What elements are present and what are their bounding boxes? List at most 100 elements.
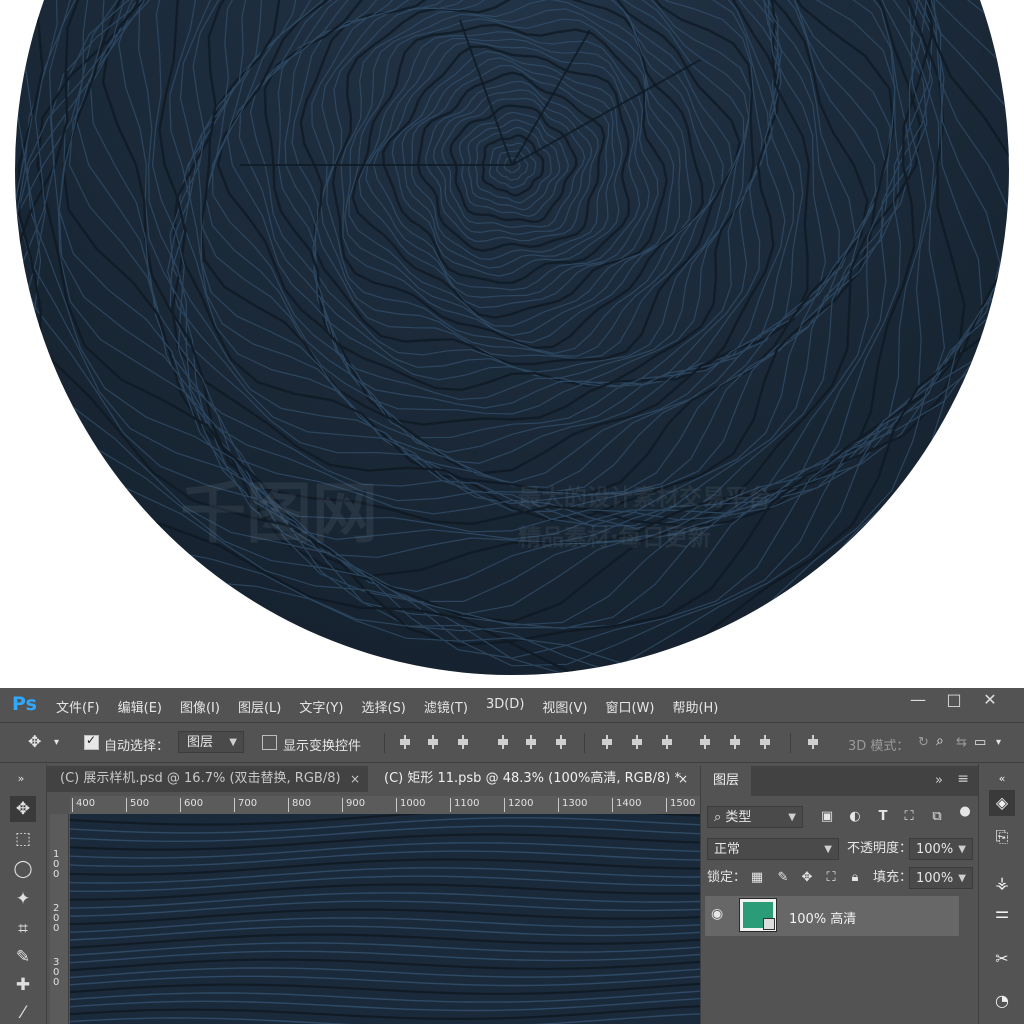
document-canvas[interactable] bbox=[70, 814, 700, 1024]
align-top-icon[interactable] bbox=[398, 735, 412, 749]
opacity-value: 100% bbox=[916, 842, 954, 857]
wood-texture-preview: 千图网 最大的设计素材交易平台 精品素材·每日更新 bbox=[0, 0, 1024, 688]
opacity-field[interactable]: 100% ▼ bbox=[909, 838, 973, 860]
auto-select-label: 自动选择： bbox=[104, 739, 170, 754]
layers-panel-icon[interactable]: ◈ bbox=[989, 790, 1015, 816]
magic-wand-tool-icon[interactable]: ✦ bbox=[10, 886, 36, 912]
align-left-icon[interactable] bbox=[496, 735, 510, 749]
menu-view[interactable]: 视图(V) bbox=[542, 697, 587, 716]
adjustments-panel-icon[interactable]: ◔ bbox=[989, 988, 1015, 1014]
auto-align-icon[interactable] bbox=[806, 735, 820, 749]
menu-select[interactable]: 选择(S) bbox=[361, 697, 405, 716]
ruler-tick: 600 bbox=[180, 798, 203, 812]
filter-type-icon[interactable]: T bbox=[875, 809, 891, 825]
chevron-down-icon: ▼ bbox=[958, 844, 966, 855]
lock-transparent-icon[interactable]: ▦ bbox=[749, 870, 765, 886]
menu-filter[interactable]: 滤镜(T) bbox=[424, 697, 468, 716]
blend-mode-dropdown[interactable]: 正常 ▼ bbox=[707, 838, 839, 860]
layer-filter-dropdown[interactable]: ⌕ 类型 ▼ bbox=[707, 806, 803, 828]
panel-header: 图层 » ≡ bbox=[701, 766, 979, 796]
menu-image[interactable]: 图像(I) bbox=[180, 697, 220, 716]
3d-rotate-icon[interactable]: ↻ bbox=[918, 735, 929, 750]
move-tool-icon[interactable]: ✥ bbox=[28, 732, 41, 751]
lock-position-icon[interactable]: ✥ bbox=[799, 870, 815, 886]
menu-3d[interactable]: 3D(D) bbox=[486, 697, 524, 716]
menu-layer[interactable]: 图层(L) bbox=[238, 697, 281, 716]
ruler-tick: 1300 bbox=[558, 798, 587, 812]
wood-disc-image bbox=[15, 0, 1009, 675]
move-tool-icon[interactable]: ✥ bbox=[10, 796, 36, 822]
document-tabs: (C) 展示样机.psd @ 16.7% (双击替换, RGB/8) × (C)… bbox=[46, 766, 696, 792]
maximize-button[interactable]: □ bbox=[936, 690, 972, 709]
fill-field[interactable]: 100% ▼ bbox=[909, 867, 973, 889]
brush-panel-icon[interactable]: ⚶ bbox=[989, 870, 1015, 896]
distribute-hcenter-icon[interactable] bbox=[728, 735, 742, 749]
ruler-vertical: 100 200 300 bbox=[50, 814, 69, 1024]
filter-toggle-icon[interactable]: ● bbox=[957, 804, 973, 820]
ruler-tick: 100 bbox=[53, 849, 60, 880]
distribute-right-icon[interactable] bbox=[758, 735, 772, 749]
lasso-tool-icon[interactable]: ◯ bbox=[10, 856, 36, 882]
filter-adjustment-icon[interactable]: ◐ bbox=[847, 809, 863, 825]
chevron-down-icon[interactable]: ▾ bbox=[54, 737, 59, 748]
filter-shape-icon[interactable]: ⛶ bbox=[901, 809, 917, 825]
tab-label: (C) 展示样机.psd @ 16.7% (双击替换, RGB/8) bbox=[60, 771, 341, 786]
brush-tool-icon[interactable]: ⁄ bbox=[10, 1000, 36, 1026]
3d-slide-icon[interactable]: ⇆ bbox=[956, 735, 967, 750]
marquee-tool-icon[interactable]: ⬚ bbox=[10, 826, 36, 852]
crop-tool-icon[interactable]: ⌗ bbox=[10, 916, 36, 942]
auto-select-dropdown[interactable]: 图层 ▼ bbox=[178, 731, 244, 753]
tab-layers[interactable]: 图层 bbox=[701, 766, 752, 796]
align-right-icon[interactable] bbox=[554, 735, 568, 749]
distribute-top-icon[interactable] bbox=[600, 735, 614, 749]
expand-icon[interactable]: » bbox=[935, 773, 943, 788]
smart-object-badge-icon bbox=[763, 918, 775, 930]
healing-brush-tool-icon[interactable]: ✚ bbox=[10, 972, 36, 998]
minimize-button[interactable]: — bbox=[900, 690, 936, 709]
lock-artboard-icon[interactable]: ⛶ bbox=[823, 870, 839, 886]
tab-document-2[interactable]: (C) 矩形 11.psb @ 48.3% (100%高清, RGB/8) * … bbox=[370, 766, 696, 792]
lock-pixels-icon[interactable]: ✎ bbox=[775, 870, 791, 886]
transform-controls-label: 显示变换控件 bbox=[283, 739, 362, 754]
distribute-vcenter-icon[interactable] bbox=[630, 735, 644, 749]
eyedropper-tool-icon[interactable]: ✎ bbox=[10, 944, 36, 970]
filter-smart-object-icon[interactable]: ⧉ bbox=[929, 809, 945, 825]
transform-controls-checkbox[interactable] bbox=[262, 735, 277, 750]
menu-window[interactable]: 窗口(W) bbox=[605, 697, 654, 716]
layer-row[interactable]: ◉ 100% 高清 bbox=[705, 896, 959, 936]
auto-select-checkbox[interactable] bbox=[84, 733, 99, 750]
filter-pixel-icon[interactable]: ▣ bbox=[819, 809, 835, 825]
panel-menu-icon[interactable]: ≡ bbox=[957, 771, 969, 787]
eye-icon[interactable]: ◉ bbox=[711, 906, 723, 922]
history-panel-icon[interactable]: ⎘ bbox=[989, 824, 1015, 850]
menu-type[interactable]: 文字(Y) bbox=[299, 697, 343, 716]
ruler-tick: 700 bbox=[234, 798, 257, 812]
workspace-icon[interactable]: ▭ bbox=[974, 735, 986, 750]
menu-bar: Ps 文件(F) 编辑(E) 图像(I) 图层(L) 文字(Y) 选择(S) 滤… bbox=[0, 688, 1024, 723]
menu-help[interactable]: 帮助(H) bbox=[672, 697, 718, 716]
tab-document-1[interactable]: (C) 展示样机.psd @ 16.7% (双击替换, RGB/8) × bbox=[46, 766, 368, 792]
align-bottom-icon[interactable] bbox=[456, 735, 470, 749]
canvas-texture bbox=[70, 814, 700, 1024]
collapse-icon[interactable]: » bbox=[8, 766, 34, 792]
menu-file[interactable]: 文件(F) bbox=[56, 697, 100, 716]
menu-edit[interactable]: 编辑(E) bbox=[118, 697, 162, 716]
tools-preset-icon[interactable]: ✂ bbox=[989, 946, 1015, 972]
distribute-left-icon[interactable] bbox=[698, 735, 712, 749]
chevron-down-icon[interactable]: ▾ bbox=[996, 737, 1001, 748]
search-icon[interactable]: ⌕ bbox=[936, 733, 944, 749]
opacity-label: 不透明度： bbox=[847, 841, 913, 856]
lock-all-icon[interactable]: 🔒︎ bbox=[847, 870, 863, 886]
options-bar: ✥ ▾ 自动选择： 图层 ▼ 显示变换控件 3D 模式： ↻ ⌕ ⇆ ▭ ▾ bbox=[0, 724, 1024, 763]
ruler-tick: 200 bbox=[53, 903, 60, 934]
close-button[interactable]: ✕ bbox=[972, 690, 1008, 709]
distribute-bottom-icon[interactable] bbox=[660, 735, 674, 749]
tab-label: (C) 矩形 11.psb @ 48.3% (100%高清, RGB/8) * bbox=[384, 771, 682, 786]
watermark-slogan-line2: 精品素材·每日更新 bbox=[518, 525, 711, 551]
close-icon[interactable]: × bbox=[350, 766, 360, 792]
align-vcenter-icon[interactable] bbox=[426, 735, 440, 749]
align-hcenter-icon[interactable] bbox=[524, 735, 538, 749]
close-icon[interactable]: × bbox=[678, 766, 688, 792]
properties-panel-icon[interactable]: ⚌ bbox=[989, 900, 1015, 926]
collapse-icon[interactable]: « bbox=[989, 766, 1015, 792]
